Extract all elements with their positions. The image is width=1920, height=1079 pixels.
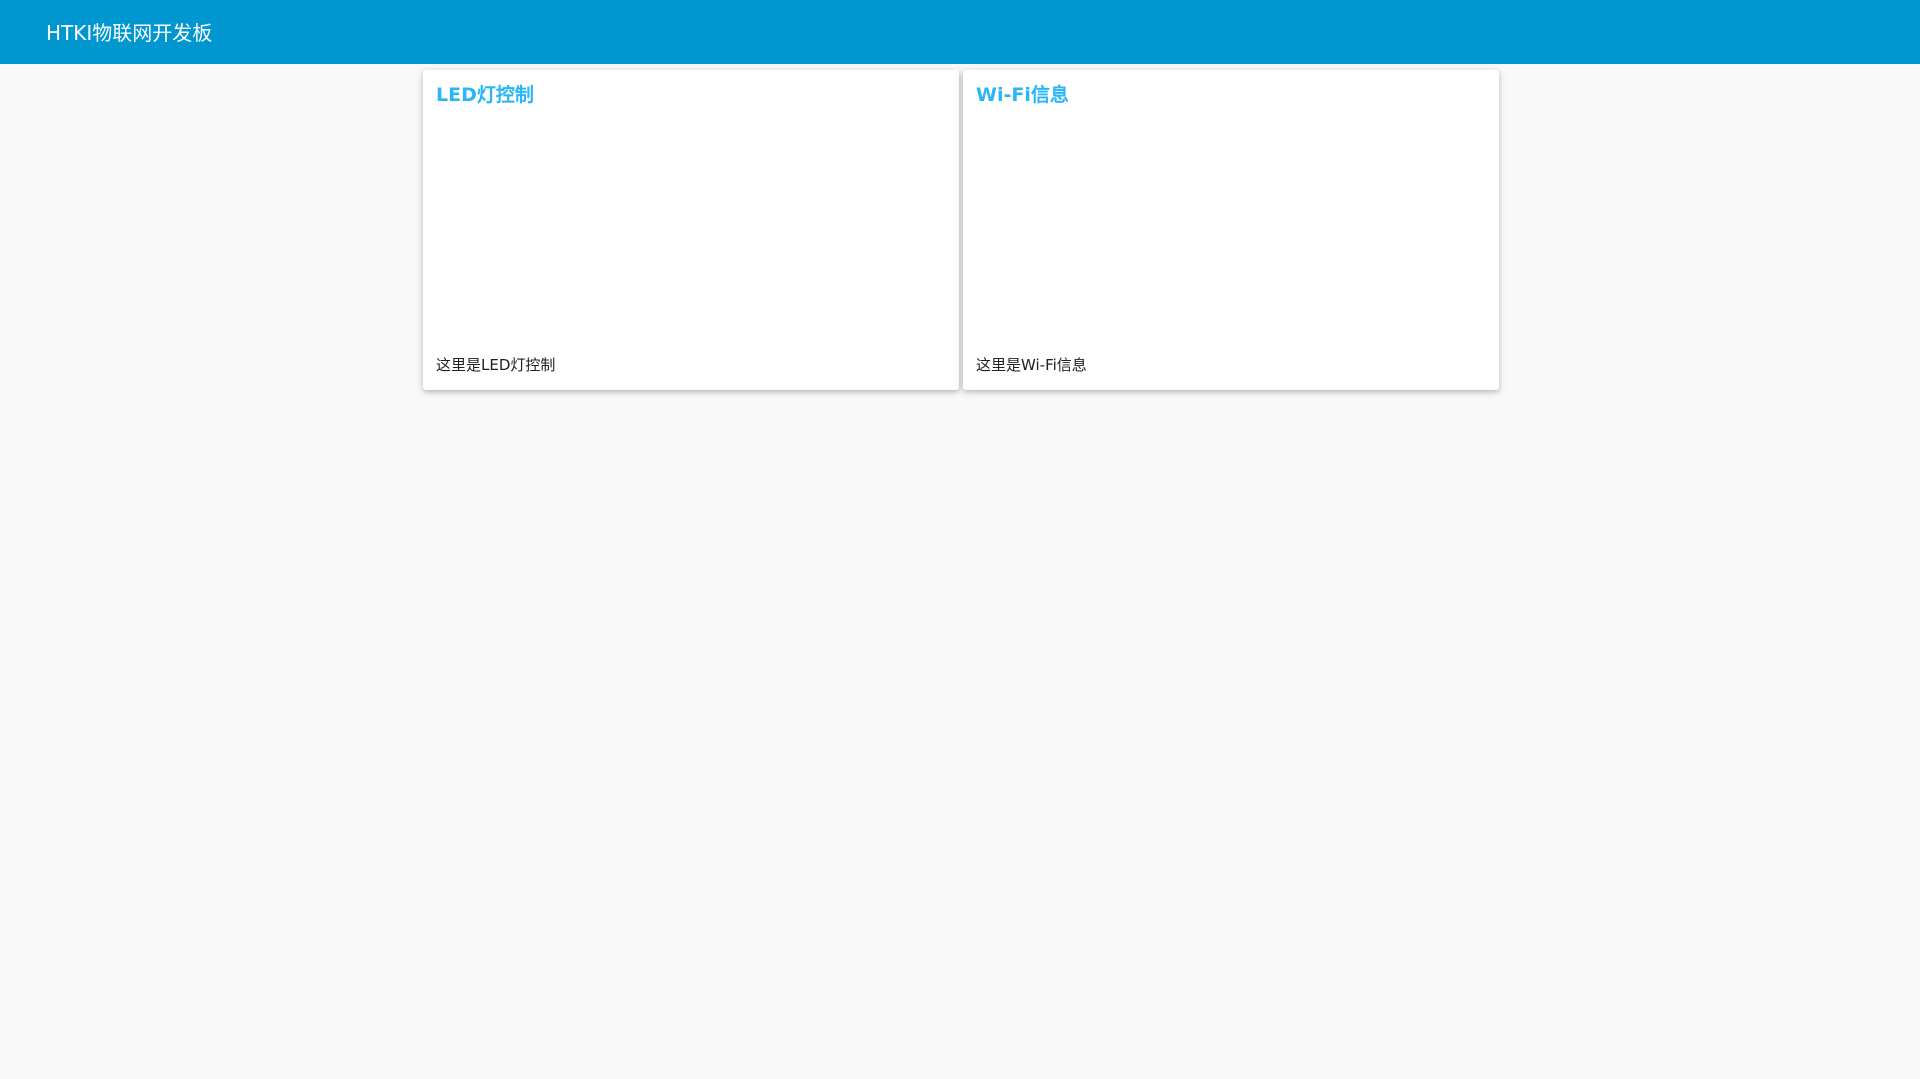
card-title-wifi-info: Wi-Fi信息 [976, 84, 1069, 106]
card-wifi-info: Wi-Fi信息 这里是Wi-Fi信息 [963, 70, 1499, 390]
card-led-control: LED灯控制 这里是LED灯控制 [423, 70, 959, 390]
card-grid: LED灯控制 这里是LED灯控制 Wi-Fi信息 这里是Wi-Fi信息 [423, 70, 1499, 390]
card-text-led-control: 这里是LED灯控制 [436, 356, 556, 374]
app-title: HTKI物联网开发板 [46, 21, 213, 45]
app-header: HTKI物联网开发板 [0, 0, 1920, 64]
card-title-led-control: LED灯控制 [436, 84, 534, 106]
card-text-wifi-info: 这里是Wi-Fi信息 [976, 356, 1087, 374]
